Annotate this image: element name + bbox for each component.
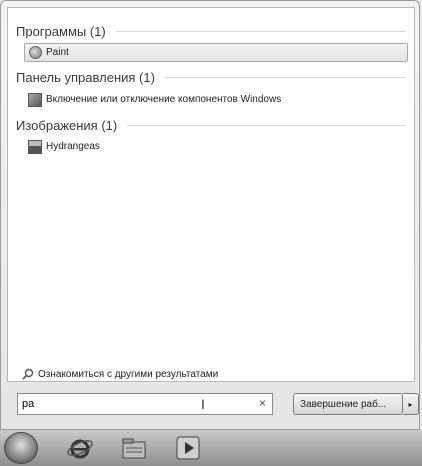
- divider: [115, 30, 406, 32]
- shutdown-label: Завершение раб...: [300, 398, 387, 410]
- search-input[interactable]: [18, 395, 242, 413]
- taskbar: [0, 430, 422, 466]
- divider: [127, 124, 406, 126]
- shutdown-options-button[interactable]: ▸: [403, 393, 419, 415]
- control-panel-icon: [28, 92, 42, 107]
- divider: [164, 76, 406, 78]
- result-label: Hydrangeas: [46, 141, 100, 152]
- start-menu: Программы (1) Paint Панель управления (1…: [0, 0, 420, 430]
- text-cursor-icon: I: [201, 396, 205, 412]
- result-item-hydrangeas[interactable]: Hydrangeas: [24, 137, 408, 156]
- result-item-paint[interactable]: Paint: [24, 43, 408, 62]
- group-title: Изображения (1): [16, 117, 118, 133]
- group-title: Панель управления (1): [16, 69, 155, 85]
- group-header-programs[interactable]: Программы (1): [16, 22, 406, 40]
- chevron-right-icon: ▸: [408, 399, 413, 409]
- see-more-results-label: Ознакомиться с другими результатами: [38, 368, 219, 380]
- group-title: Программы (1): [16, 23, 106, 39]
- internet-explorer-icon[interactable]: [66, 434, 94, 462]
- search-box[interactable]: I ×: [17, 393, 273, 415]
- windows-explorer-icon[interactable]: [120, 434, 148, 462]
- start-button[interactable]: [4, 432, 38, 464]
- paint-icon: [29, 46, 42, 59]
- see-more-results-link[interactable]: Ознакомиться с другими результатами: [22, 368, 218, 380]
- shutdown-button[interactable]: Завершение раб...: [293, 393, 403, 415]
- group-header-images[interactable]: Изображения (1): [16, 116, 406, 134]
- result-label: Включение или отключение компонентов Win…: [46, 94, 282, 105]
- clear-search-icon[interactable]: ×: [259, 396, 266, 410]
- search-icon: [22, 368, 34, 380]
- search-results-pane: Программы (1) Paint Панель управления (1…: [7, 7, 415, 382]
- group-header-control-panel[interactable]: Панель управления (1): [16, 68, 406, 86]
- result-label: Paint: [46, 47, 69, 58]
- image-file-icon: [28, 139, 42, 154]
- result-item-windows-features[interactable]: Включение или отключение компонентов Win…: [24, 90, 408, 109]
- media-player-icon[interactable]: [174, 434, 202, 462]
